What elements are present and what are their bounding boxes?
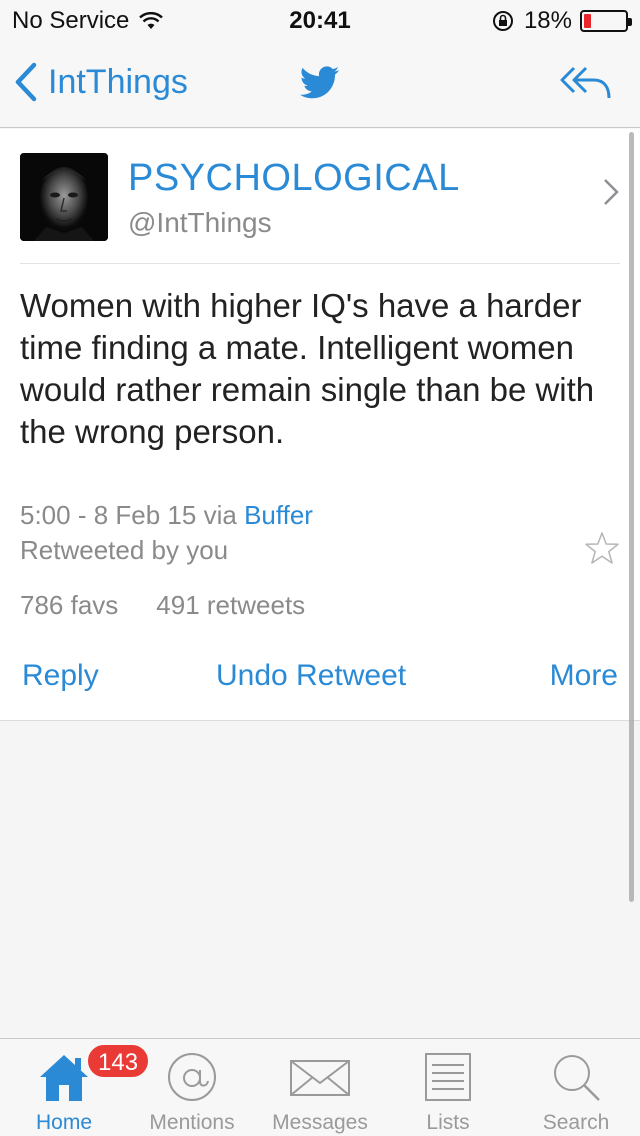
scrollbar[interactable] bbox=[629, 132, 634, 902]
retweeted-status: Retweeted by you bbox=[20, 535, 229, 565]
tab-bar: 143 Home Mentions Messages Lists Search bbox=[0, 1038, 640, 1136]
tab-search[interactable]: Search bbox=[512, 1039, 640, 1136]
tweet-meta: 5:00 - 8 Feb 15 via Buffer bbox=[20, 500, 313, 531]
list-icon bbox=[425, 1053, 471, 1101]
search-icon bbox=[554, 1055, 600, 1101]
back-button[interactable]: IntThings bbox=[14, 62, 188, 102]
tab-lists[interactable]: Lists bbox=[384, 1039, 512, 1136]
at-icon bbox=[168, 1053, 216, 1101]
tab-label: Home bbox=[35, 1111, 93, 1134]
favorite-star-icon[interactable] bbox=[584, 531, 620, 565]
author-name[interactable]: PSYCHOLOGICAL bbox=[128, 157, 460, 200]
reply-button[interactable]: Reply bbox=[22, 659, 99, 693]
tweet-text: Women with higher IQ's have a harder tim… bbox=[20, 287, 595, 450]
favs-count[interactable]: 786 favs bbox=[20, 590, 118, 621]
home-icon bbox=[40, 1055, 88, 1101]
avatar-image bbox=[20, 153, 108, 241]
more-button[interactable]: More bbox=[550, 659, 618, 693]
status-bar: No Service 20:41 18% bbox=[0, 0, 640, 40]
reply-arrow-icon[interactable] bbox=[560, 62, 612, 102]
tab-home[interactable]: 143 Home bbox=[0, 1039, 151, 1136]
via-label: via bbox=[203, 500, 237, 530]
tab-label: Lists bbox=[426, 1111, 470, 1134]
tab-mentions[interactable]: Mentions bbox=[128, 1039, 256, 1136]
tab-label: Search bbox=[542, 1111, 610, 1134]
author-handle: @IntThings bbox=[128, 207, 272, 238]
chevron-right-icon[interactable] bbox=[602, 177, 620, 207]
tab-label: Mentions bbox=[149, 1111, 235, 1134]
tab-messages[interactable]: Messages bbox=[256, 1039, 384, 1136]
rotation-lock-icon bbox=[492, 11, 513, 31]
tweet-timestamp: 5:00 - 8 Feb 15 bbox=[20, 500, 197, 530]
tweet-actions: Reply Undo Retweet More bbox=[0, 659, 640, 699]
back-button-label: IntThings bbox=[48, 62, 188, 101]
chevron-left-icon bbox=[15, 62, 37, 102]
battery-percent: 18% bbox=[523, 7, 572, 34]
divider bbox=[20, 263, 620, 264]
battery-nub bbox=[628, 18, 632, 26]
envelope-icon bbox=[290, 1060, 350, 1096]
battery-level bbox=[584, 14, 591, 28]
via-source-link[interactable]: Buffer bbox=[244, 500, 313, 530]
tweet-counts: 786 favs 491 retweets bbox=[20, 590, 305, 621]
battery-icon bbox=[580, 10, 632, 32]
tab-label: Messages bbox=[272, 1111, 368, 1134]
undo-retweet-button[interactable]: Undo Retweet bbox=[216, 659, 406, 693]
retweets-count[interactable]: 491 retweets bbox=[156, 590, 305, 621]
avatar[interactable] bbox=[20, 153, 108, 241]
battery-info: 18% bbox=[492, 7, 632, 35]
navigation-bar: IntThings bbox=[0, 40, 640, 128]
twitter-bird-icon bbox=[300, 66, 339, 99]
tweet-detail-card: PSYCHOLOGICAL @IntThings Women with high… bbox=[0, 129, 640, 721]
